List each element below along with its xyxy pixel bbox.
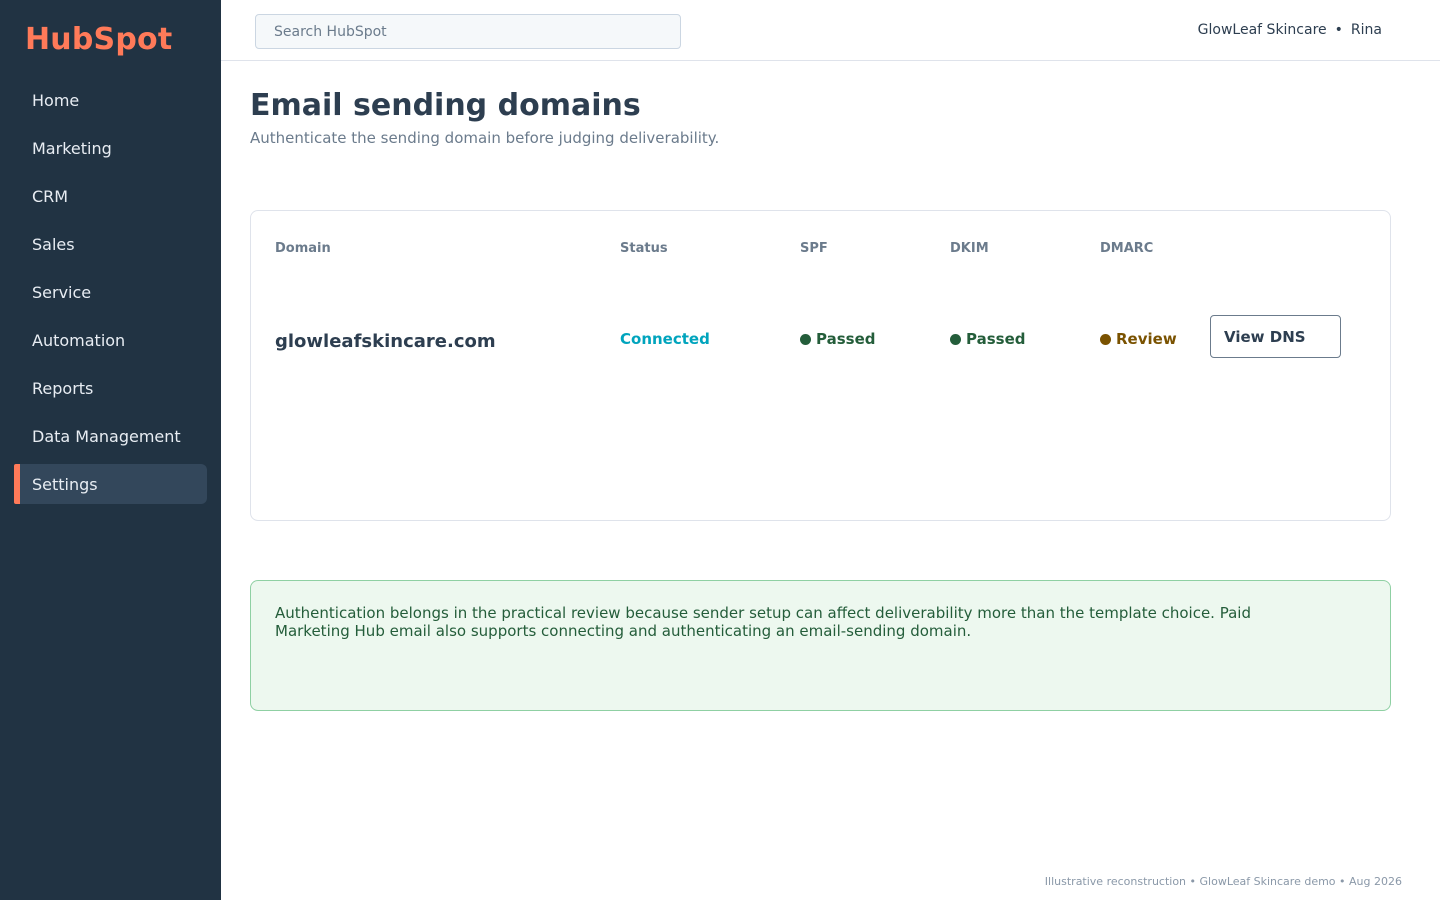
user-name: Rina <box>1350 22 1382 38</box>
sidebar-item-label: Automation <box>32 331 126 350</box>
status-badge: Connected <box>620 330 710 348</box>
hubspot-logo[interactable]: HubSpot <box>25 22 172 57</box>
note-text: Authentication belongs in the practical … <box>275 604 1251 640</box>
sidebar-item-label: Data Management <box>32 427 181 446</box>
page-subtitle: Authenticate the sending domain before j… <box>250 129 720 147</box>
domains-table-card: Domain Status SPF DKIM DMARC glowleafski… <box>250 210 1391 521</box>
sidebar-item-label: Service <box>32 283 92 302</box>
spf-status-label: Passed <box>816 330 876 348</box>
account-name: GlowLeaf Skincare <box>1197 22 1327 38</box>
page-title: Email sending domains <box>250 88 641 123</box>
account-separator: • <box>1334 22 1343 38</box>
sidebar-item-label: Marketing <box>32 139 112 158</box>
sidebar-item-label: CRM <box>32 187 69 206</box>
dmarc-status: Review <box>1100 330 1177 348</box>
spf-status: Passed <box>800 330 875 348</box>
sidebar-item-settings[interactable]: Settings <box>14 464 207 504</box>
sidebar: HubSpot Home Marketing CRM Sales Service… <box>0 0 221 900</box>
status-dot-icon <box>800 334 811 345</box>
sidebar-item-reports[interactable]: Reports <box>14 368 207 408</box>
top-bar: GlowLeaf Skincare • Rina <box>221 0 1440 61</box>
sidebar-item-label: Reports <box>32 379 94 398</box>
column-header-domain: Domain <box>275 241 331 256</box>
column-header-dmarc: DMARC <box>1100 241 1154 256</box>
domain-name: glowleafskincare.com <box>275 331 496 352</box>
dmarc-status-label: Review <box>1116 330 1177 348</box>
footer-caption: Illustrative reconstruction • GlowLeaf S… <box>1044 875 1402 888</box>
sidebar-item-label: Home <box>32 91 80 110</box>
status-dot-icon <box>1100 334 1111 345</box>
authentication-note: Authentication belongs in the practical … <box>250 580 1391 711</box>
dkim-status: Passed <box>950 330 1025 348</box>
status-dot-icon <box>950 334 961 345</box>
sidebar-item-data-management[interactable]: Data Management <box>14 416 207 456</box>
sidebar-item-home[interactable]: Home <box>14 80 207 120</box>
sidebar-item-marketing[interactable]: Marketing <box>14 128 207 168</box>
sidebar-item-label: Sales <box>32 235 75 254</box>
column-header-dkim: DKIM <box>950 241 989 256</box>
view-dns-button[interactable]: View DNS <box>1210 315 1341 358</box>
sidebar-item-sales[interactable]: Sales <box>14 224 207 264</box>
account-menu[interactable]: GlowLeaf Skincare • Rina <box>1198 22 1382 38</box>
sidebar-item-label: Settings <box>32 475 98 494</box>
sidebar-item-service[interactable]: Service <box>14 272 207 312</box>
sidebar-nav: Home Marketing CRM Sales Service Automat… <box>0 80 221 512</box>
sidebar-item-automation[interactable]: Automation <box>14 320 207 360</box>
sidebar-item-crm[interactable]: CRM <box>14 176 207 216</box>
column-header-spf: SPF <box>800 241 828 256</box>
search-input[interactable] <box>255 14 681 49</box>
dkim-status-label: Passed <box>966 330 1026 348</box>
column-header-status: Status <box>620 241 668 256</box>
